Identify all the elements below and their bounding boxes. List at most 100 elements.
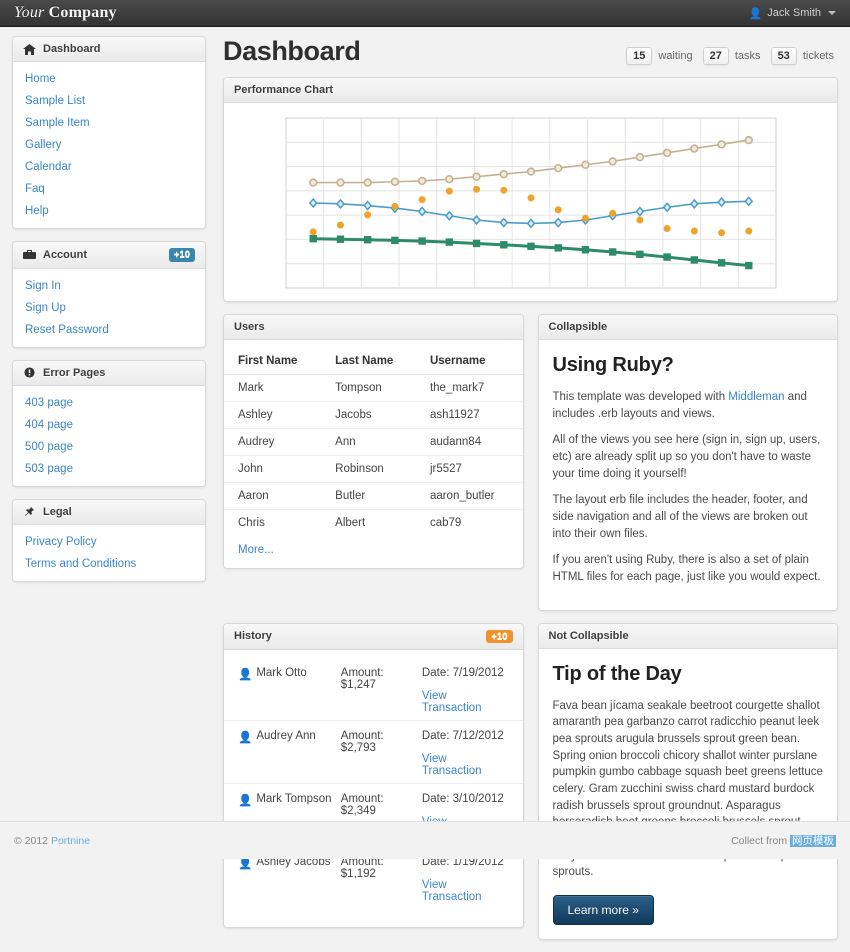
footer-collect-link[interactable]: 网页模板 <box>790 835 836 847</box>
users-table: First Name Last Name Username Mark Tomps… <box>224 348 523 536</box>
footer-portnine-link[interactable]: Portnine <box>51 835 90 847</box>
middleman-link[interactable]: Middleman <box>728 391 784 403</box>
history-panel-title: History <box>234 630 272 643</box>
exclamation-circle-icon <box>23 367 36 378</box>
page-title: Dashboard <box>223 36 361 66</box>
footer-copyright-prefix: © 2012 <box>14 834 51 847</box>
stat-count-waiting: 15 <box>626 47 653 65</box>
user-name-label: Jack Smith <box>767 7 821 19</box>
performance-chart-header[interactable]: Performance Chart <box>224 78 837 103</box>
collapsible-panel-header[interactable]: Collapsible <box>538 315 837 340</box>
sidebar-item-sample-item[interactable]: Sample Item <box>13 112 205 134</box>
history-panel: History +10 👤 Mark Otto Amount: $1,247 Da… <box>223 622 524 929</box>
sidebar-item-500-page[interactable]: 500 page <box>13 436 205 458</box>
table-row[interactable]: Mark Tompson the_mark7 <box>224 374 523 402</box>
table-row[interactable]: Audrey Ann audann84 <box>224 428 523 456</box>
sidebar-panel-header[interactable]: Error Pages <box>13 360 205 386</box>
learn-more-button[interactable]: Learn more » <box>552 895 654 926</box>
not-collapsible-panel-body: Tip of the Day Fava bean jícama seakale … <box>539 649 838 939</box>
sidebar-panel-dashboard: Dashboard Home Sample List Sample Item G… <box>12 36 206 229</box>
footer-collect: Collect from 网页模板 <box>731 833 836 848</box>
performance-chart-svg <box>285 117 776 289</box>
collapsible-paragraph-3: The layout erb file includes the header,… <box>552 494 808 540</box>
person-icon: 👤 <box>238 732 253 745</box>
users-more-link[interactable]: More... <box>224 536 523 560</box>
sidebar-panel-account: Account +10 Sign In Sign Up Reset Passwo… <box>12 241 206 348</box>
sidebar-item-gallery[interactable]: Gallery <box>13 134 205 156</box>
sidebar-panel-title: Account <box>43 248 87 261</box>
brand-italic-word: Your <box>14 4 45 21</box>
history-panel-header[interactable]: History +10 <box>224 623 523 651</box>
list-item[interactable]: 👤 Mark Otto Amount: $1,247 Date: 7/19/201… <box>224 658 523 720</box>
sidebar-item-sign-up[interactable]: Sign Up <box>13 297 205 319</box>
brand-logo[interactable]: Your Company <box>14 4 117 22</box>
collapsible-heading: Using Ruby? <box>552 354 674 376</box>
users-panel-body: First Name Last Name Username Mark Tomps… <box>224 340 523 568</box>
table-row[interactable]: Chris Albert cab79 <box>224 509 523 536</box>
cell-last-name: Tompson <box>325 374 420 402</box>
sidebar-item-404-page[interactable]: 404 page <box>13 414 205 436</box>
sidebar-item-reset-password[interactable]: Reset Password <box>13 319 205 341</box>
collapsible-panel-title: Collapsible <box>548 321 608 333</box>
top-navbar: Your Company 👤 Jack Smith <box>0 0 850 27</box>
content-row-2: History +10 👤 Mark Otto Amount: $1,247 Da… <box>223 622 838 952</box>
sidebar-nav-dashboard: Home Sample List Sample Item Gallery Cal… <box>13 62 205 228</box>
sidebar-item-terms-and-conditions[interactable]: Terms and Conditions <box>13 553 205 575</box>
table-row[interactable]: John Robinson jr5527 <box>224 455 523 483</box>
content-row-1: Users First Name Last Name Username Mark… <box>223 314 838 623</box>
collapsible-paragraph-2: All of the views you see here (sign in, … <box>552 434 821 480</box>
stat-label-tickets: tickets <box>802 50 834 62</box>
users-panel-header[interactable]: Users <box>224 315 523 340</box>
view-transaction-link[interactable]: View Transaction <box>422 690 509 714</box>
cell-username: cab79 <box>419 509 523 536</box>
sidebar-item-sign-in[interactable]: Sign In <box>13 275 205 297</box>
sidebar-nav-legal: Privacy Policy Terms and Conditions <box>13 525 205 581</box>
sidebar-item-503-page[interactable]: 503 page <box>13 458 205 480</box>
sidebar-item-home[interactable]: Home <box>13 68 205 90</box>
history-name: Mark Tompson <box>256 793 332 806</box>
sidebar-panel-header[interactable]: Dashboard <box>13 37 205 62</box>
list-item[interactable]: 👤 Audrey Ann Amount: $2,793 Date: 7/12/20… <box>224 720 523 783</box>
stat-count-tasks: 27 <box>702 47 729 65</box>
stat-count-tickets: 53 <box>770 47 797 65</box>
pushpin-icon <box>23 506 36 517</box>
sidebar-item-help[interactable]: Help <box>13 200 205 222</box>
cell-last-name: Albert <box>325 509 420 536</box>
sidebar-item-privacy-policy[interactable]: Privacy Policy <box>13 531 205 553</box>
cell-username: audann84 <box>419 428 523 456</box>
performance-chart-panel: Performance Chart <box>223 77 838 302</box>
cell-username: jr5527 <box>419 455 523 483</box>
cell-username: the_mark7 <box>419 374 523 402</box>
sidebar-item-faq[interactable]: Faq <box>13 178 205 200</box>
view-transaction-link[interactable]: View Transaction <box>422 753 509 777</box>
page-body: Dashboard Home Sample List Sample Item G… <box>0 27 850 952</box>
person-icon: 👤 <box>238 669 253 682</box>
column-header-username: Username <box>419 348 523 375</box>
table-row[interactable]: Ashley Jacobs ash11927 <box>224 401 523 429</box>
history-date: Date: 7/19/2012 <box>421 667 504 680</box>
page-footer: © 2012 Portnine Collect from 网页模板 <box>0 821 850 859</box>
view-transaction-link[interactable]: View Transaction <box>422 879 509 903</box>
table-row[interactable]: Aaron Butler aaron_butler <box>224 482 523 510</box>
sidebar-item-calendar[interactable]: Calendar <box>13 156 205 178</box>
main-content: Dashboard 15 waiting 27 tasks 53 tickets… <box>223 36 838 952</box>
sidebar-item-sample-list[interactable]: Sample List <box>13 90 205 112</box>
cell-last-name: Butler <box>325 482 420 510</box>
history-amount: Amount: $1,192 <box>340 856 384 881</box>
sidebar-item-403-page[interactable]: 403 page <box>13 392 205 414</box>
sidebar-panel-header[interactable]: Legal <box>13 499 205 525</box>
users-column: Users First Name Last Name Username Mark… <box>223 314 524 623</box>
para1-before: This template was developed with <box>552 391 729 403</box>
page-header: Dashboard 15 waiting 27 tasks 53 tickets <box>223 36 838 77</box>
performance-chart-title: Performance Chart <box>234 84 334 96</box>
sidebar-panel-title: Dashboard <box>43 43 101 55</box>
users-table-body: Mark Tompson the_mark7 Ashley Jacobs ash… <box>224 374 523 536</box>
user-menu-dropdown[interactable]: 👤 Jack Smith <box>749 7 836 20</box>
table-header-row: First Name Last Name Username <box>224 348 523 375</box>
footer-collect-prefix: Collect from <box>731 835 790 847</box>
not-collapsible-panel-title: Not Collapsible <box>548 629 629 642</box>
status-badge: +10 <box>486 629 513 644</box>
sidebar-panel-header[interactable]: Account +10 <box>13 242 205 269</box>
footer-copyright: © 2012 Portnine <box>14 835 90 847</box>
